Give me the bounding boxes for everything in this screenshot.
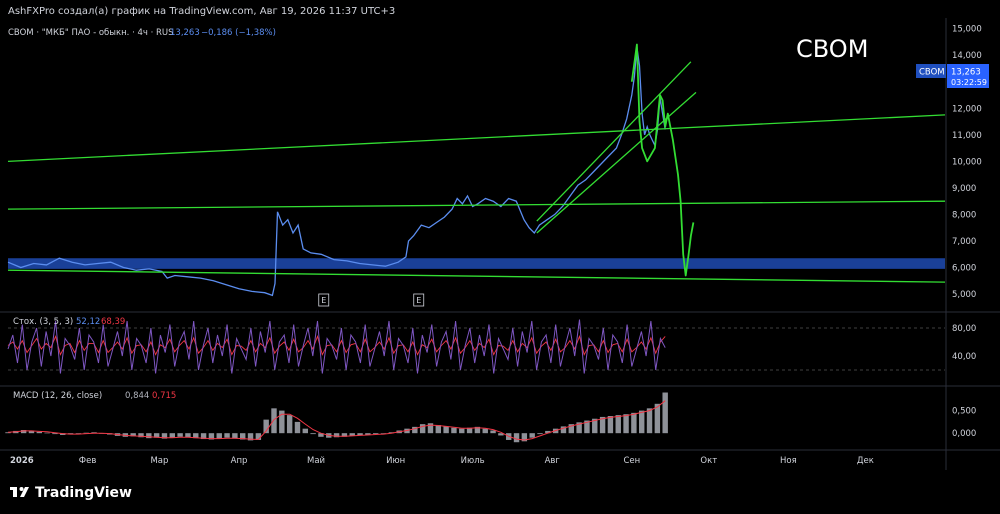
macd-hist-bar [177, 433, 183, 437]
macd-hist-bar [169, 433, 176, 438]
price-axis-tick-label: 11,000 [952, 131, 982, 141]
time-axis-tick-label: Сен [623, 456, 640, 466]
macd-hist-bar [185, 433, 191, 438]
last-price-text: 13,263 [170, 28, 200, 38]
support-zone [8, 258, 945, 269]
symbol-legend[interactable]: CBOM · "МКБ" ПАО - обыкн. · 4ч · RUS 13,… [8, 28, 276, 38]
price-axis-tick-label: 9,000 [952, 184, 976, 194]
symbol-title: CBOM · "МКБ" ПАО - обыкн. · 4ч · RUS [8, 28, 174, 38]
stoch-legend-label: Стох. (3, 5, 3) [13, 317, 73, 327]
change-text: −0,186 (−1,38%) [201, 28, 276, 38]
macd-hist-bar [646, 408, 653, 434]
macd-hist-bar [451, 427, 457, 434]
macd-hist-bar [44, 432, 50, 434]
chart-watermark: CBOM [796, 35, 868, 63]
chart-canvas[interactable]: E E 40,00 80,00 0,000 0,500 5,000 6,000 7,000… [0, 0, 1000, 514]
time-axis-tick-label: Авг [545, 456, 561, 466]
macd-hist-bar [419, 424, 426, 434]
stoch-axis-tick-label: 40,00 [952, 352, 976, 362]
macd-hist-bar [537, 433, 543, 435]
macd-hist-bar [482, 428, 488, 434]
price-badge-ticker: CBOM [919, 68, 945, 78]
macd-hist-bar [302, 428, 309, 434]
time-axis-tick-label: Окт [700, 456, 717, 466]
macd-hist-bar [662, 392, 668, 434]
time-axis-tick-label: Фев [79, 456, 97, 466]
price-axis-tick-label: 8,000 [952, 210, 976, 220]
macd-hist-bar [310, 433, 316, 435]
earnings-marker-label: E [416, 296, 421, 305]
tradingview-chart[interactable]: E E 40,00 80,00 0,000 0,500 5,000 6,000 7,000… [0, 0, 1000, 514]
price-axis-tick-label: 10,000 [952, 157, 982, 167]
macd-hist-bar [631, 412, 637, 434]
macd-hist-bar [513, 433, 520, 443]
macd-hist-bar [271, 408, 277, 434]
time-axis-tick-label: Май [307, 456, 325, 466]
price-axis-tick-label: 14,000 [952, 51, 982, 61]
attribution-text: AshFXPro создал(а) график на TradingView… [8, 6, 395, 17]
macd-hist-bar [639, 410, 645, 434]
macd-legend-label: MACD (12, 26, close) [13, 391, 102, 401]
macd-hist-bar [623, 414, 629, 434]
macd-axis-tick-label: 0,000 [952, 429, 976, 439]
time-axis-tick-label: Ноя [780, 456, 797, 466]
time-axis-tick-label: Мар [150, 456, 168, 466]
macd-hist-bar [36, 431, 43, 434]
macd-hist-bar [607, 416, 614, 434]
macd-hist-bar [529, 433, 535, 438]
price-axis-tick-label: 6,000 [952, 264, 976, 274]
stoch-axis-tick-label: 80,00 [952, 324, 976, 334]
stoch-legend-k: 52,12 [76, 317, 100, 327]
price-badge-countdown: 03:22:59 [951, 78, 987, 87]
price-axis-tick-label: 5,000 [952, 290, 976, 300]
stochastic-legend[interactable]: Стох. (3, 5, 3) 52,12 68,39 [13, 317, 125, 327]
price-axis-tick-label: 15,000 [952, 25, 982, 35]
macd-axis-tick-label: 0,500 [952, 407, 976, 417]
macd-hist-bar [435, 425, 442, 434]
tradingview-brand: TradingView [35, 485, 132, 501]
time-axis-tick-label: Апр [231, 456, 248, 466]
macd-legend-signal: 0,715 [152, 391, 176, 401]
macd-hist-bar [294, 421, 301, 434]
time-axis-tick-label: Июн [386, 456, 405, 466]
macd-hist-bar [216, 433, 222, 439]
macd-hist-bar [459, 428, 465, 434]
time-axis-tick-label: 2026 [10, 456, 34, 466]
earnings-marker-label: E [321, 296, 326, 305]
macd-hist-bar [615, 415, 621, 434]
price-axis-tick-label: 12,000 [952, 104, 982, 114]
macd-legend[interactable]: MACD (12, 26, close) 0,844 0,715 [13, 391, 176, 401]
macd-hist-bar [224, 433, 230, 438]
time-axis-tick-label: Дек [857, 456, 874, 466]
macd-hist-bar [443, 426, 449, 434]
macd-hist-bar [286, 415, 293, 434]
stoch-legend-d: 68,39 [101, 317, 125, 327]
macd-hist-bar [490, 430, 496, 434]
price-axis-tick-label: 7,000 [952, 237, 976, 247]
support-zone-rect [8, 258, 945, 269]
price-badge-price: 13,263 [951, 68, 981, 78]
macd-legend-value: 0,844 [125, 391, 149, 401]
time-axis-tick-label: Июль [461, 456, 485, 466]
